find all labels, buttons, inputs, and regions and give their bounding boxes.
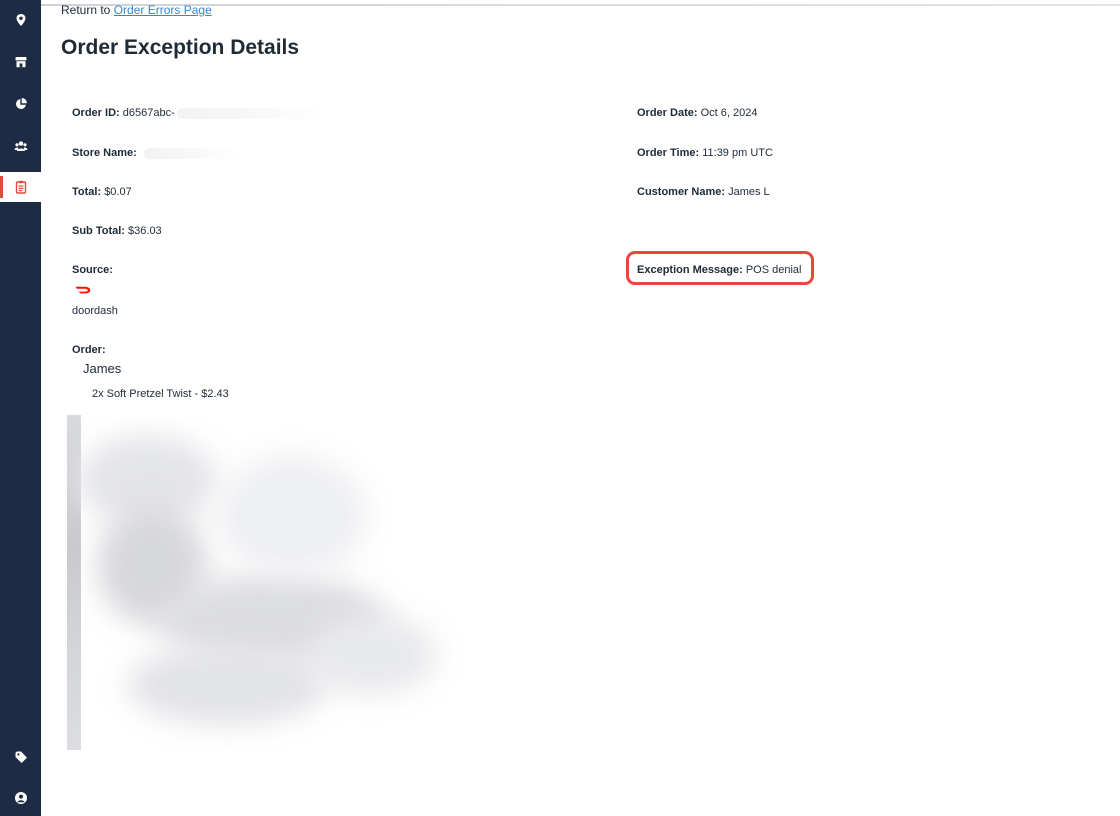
nav-promotions[interactable] [0, 742, 41, 772]
store-name-redacted [143, 147, 239, 159]
clipboard-icon [15, 180, 26, 194]
order-id-label: Order ID: [72, 107, 120, 119]
order-id-field: Order ID: d6567abc- [72, 107, 327, 119]
nav-analytics[interactable] [0, 89, 41, 119]
account-circle-icon [14, 792, 27, 804]
customer-name-field: Customer Name: James L [637, 186, 770, 198]
sub-total-label: Sub Total: [72, 225, 125, 237]
redacted-image-edge [67, 415, 81, 750]
order-date-value: Oct 6, 2024 [700, 107, 758, 119]
source-label-field: Source: [72, 264, 113, 276]
pie-chart-icon [15, 98, 27, 109]
order-time-label: Order Time: [637, 147, 700, 159]
total-value: $0.07 [104, 186, 132, 198]
order-label-field: Order: [72, 344, 106, 356]
store-name-label: Store Name: [72, 147, 137, 159]
store-icon [15, 57, 26, 68]
location-pin-icon [16, 14, 25, 26]
source-label: Source: [72, 264, 113, 276]
order-date-field: Order Date: Oct 6, 2024 [637, 107, 757, 119]
redacted-blob [127, 645, 327, 725]
tag-icon [15, 751, 27, 763]
order-date-label: Order Date: [637, 107, 698, 119]
customer-name-value: James L [728, 186, 770, 198]
nav-stores[interactable] [0, 47, 41, 77]
nav-orders[interactable] [0, 172, 41, 202]
order-id-redacted [176, 107, 327, 119]
nav-customers[interactable] [0, 131, 41, 161]
order-line-item: 2x Soft Pretzel Twist - $2.43 [92, 388, 229, 400]
source-value: doordash [72, 305, 118, 317]
return-prefix: Return to [61, 3, 111, 17]
nav-account[interactable] [0, 783, 41, 813]
total-label: Total: [72, 186, 102, 198]
sub-total-field: Sub Total: $36.03 [72, 225, 162, 237]
page-title: Order Exception Details [61, 36, 300, 59]
users-icon [14, 141, 27, 151]
total-field: Total: $0.07 [72, 186, 132, 198]
nav-locations[interactable] [0, 5, 41, 35]
redacted-blob [307, 615, 437, 695]
order-errors-link[interactable]: Order Errors Page [114, 3, 212, 17]
redacted-order-image [67, 415, 467, 750]
order-time-value: 11:39 pm UTC [702, 147, 773, 159]
order-customer-name: James [83, 361, 122, 376]
customer-name-label: Customer Name: [637, 186, 726, 198]
sub-total-value: $36.03 [128, 225, 162, 237]
doordash-logo-icon [75, 286, 91, 294]
store-name-field: Store Name: [72, 147, 239, 159]
exception-highlight-annotation [626, 251, 814, 285]
sidebar [0, 0, 41, 816]
order-id-value: d6567abc- [122, 107, 175, 119]
order-label: Order: [72, 344, 106, 356]
return-navigation: Return to Order Errors Page [61, 3, 212, 17]
redacted-blob [217, 455, 367, 575]
order-time-field: Order Time: 11:39 pm UTC [637, 147, 773, 159]
